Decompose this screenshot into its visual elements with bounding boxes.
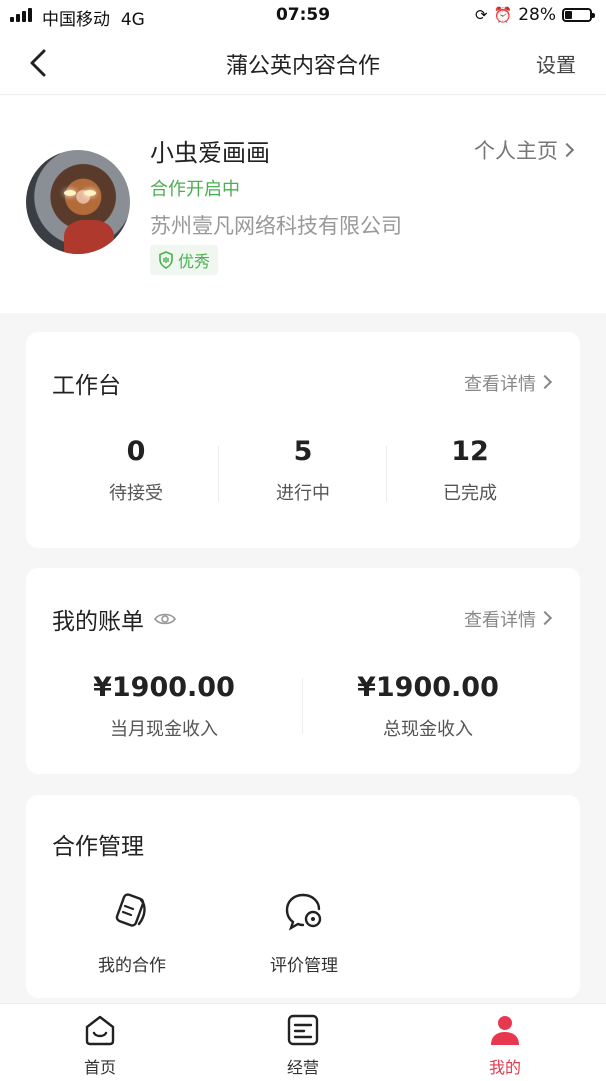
my-cooperation-label: 我的合作 [98, 956, 166, 976]
tab-home[interactable]: 首页 [40, 1014, 160, 1078]
rating-badge-label: 优秀 [178, 252, 211, 271]
stat-in-progress-label: 进行中 [276, 483, 330, 504]
bill-detail-link[interactable]: 查看详情 [464, 606, 553, 632]
homepage-link[interactable]: 个人主页 [474, 135, 575, 165]
chat-review-icon [285, 893, 322, 931]
my-cooperation-item[interactable]: 我的合作 [62, 891, 202, 976]
person-icon [491, 1016, 519, 1045]
cards-icon [115, 893, 146, 927]
alarm-icon: ⏰ [493, 6, 513, 24]
total-income[interactable]: ¥1900.00 总现金收入 [320, 672, 536, 741]
settings-button[interactable]: 设置 [536, 49, 576, 78]
tab-mine-label: 我的 [488, 1058, 521, 1077]
avatar[interactable] [26, 150, 130, 254]
total-income-label: 总现金收入 [383, 719, 473, 740]
eye-icon[interactable] [154, 612, 176, 626]
stat-pending-value: 0 [126, 436, 146, 467]
monthly-income[interactable]: ¥1900.00 当月现金收入 [56, 672, 272, 741]
status-indicators: ⟳ ⏰ 28% [474, 5, 595, 25]
stat-pending[interactable]: 0 待接受 [46, 436, 226, 505]
workbench-title: 工作台 [52, 373, 121, 399]
bill-card: 我的账单 查看详情 ¥1900.00 当月现金收入 ¥1900.00 总现金收入 [26, 568, 580, 774]
workbench-card: 工作台 查看详情 0 待接受 5 进行中 12 已完成 [26, 332, 580, 548]
stat-pending-label: 待接受 [109, 483, 163, 504]
stat-completed-label: 已完成 [443, 483, 497, 504]
bill-detail-label: 查看详情 [464, 610, 536, 631]
tab-mine[interactable]: 我的 [445, 1014, 565, 1078]
homepage-link-label: 个人主页 [474, 139, 558, 163]
bill-title: 我的账单 [52, 602, 176, 636]
chevron-right-icon [537, 374, 553, 390]
shield-icon [159, 251, 173, 269]
chevron-right-icon [559, 142, 575, 158]
battery-icon [562, 8, 595, 22]
bill-title-label: 我的账单 [52, 609, 144, 635]
stat-completed[interactable]: 12 已完成 [380, 436, 560, 505]
monthly-income-value: ¥1900.00 [93, 672, 235, 703]
tab-home-label: 首页 [83, 1058, 116, 1077]
user-name: 小虫爱画画 [150, 139, 270, 167]
monthly-income-label: 当月现金收入 [110, 719, 218, 740]
review-mgmt-label: 评价管理 [270, 956, 338, 976]
rotation-lock-icon: ⟳ [474, 6, 488, 24]
nav-bar: 蒲公英内容合作 设置 [0, 34, 606, 95]
profile-section: 小虫爱画画 个人主页 合作开启中 苏州壹凡网络科技有限公司 优秀 [0, 95, 606, 313]
workbench-detail-link[interactable]: 查看详情 [464, 370, 553, 396]
company-name: 苏州壹凡网络科技有限公司 [150, 214, 402, 238]
coop-mgmt-card: 合作管理 我的合作 评价管理 [26, 795, 580, 998]
coop-status: 合作开启中 [150, 179, 240, 200]
chevron-right-icon [537, 610, 553, 626]
page-title: 蒲公英内容合作 [225, 54, 380, 79]
battery-percent: 28% [518, 5, 556, 25]
tab-business-label: 经营 [286, 1058, 319, 1077]
status-bar: 中国移动 4G 07:59 ⟳ ⏰ 28% [0, 0, 606, 34]
rating-badge: 优秀 [150, 245, 219, 275]
divider [302, 678, 303, 734]
stat-in-progress-value: 5 [293, 436, 313, 467]
total-income-value: ¥1900.00 [357, 672, 499, 703]
home-icon [85, 1015, 115, 1046]
business-icon [287, 1014, 319, 1046]
tab-bar: 首页 经营 我的 [0, 1003, 606, 1081]
tab-business[interactable]: 经营 [243, 1014, 363, 1078]
coop-mgmt-title: 合作管理 [52, 834, 144, 860]
review-mgmt-item[interactable]: 评价管理 [234, 891, 374, 976]
stat-completed-value: 12 [451, 436, 489, 467]
workbench-detail-label: 查看详情 [464, 374, 536, 395]
stat-in-progress[interactable]: 5 进行中 [213, 436, 393, 505]
